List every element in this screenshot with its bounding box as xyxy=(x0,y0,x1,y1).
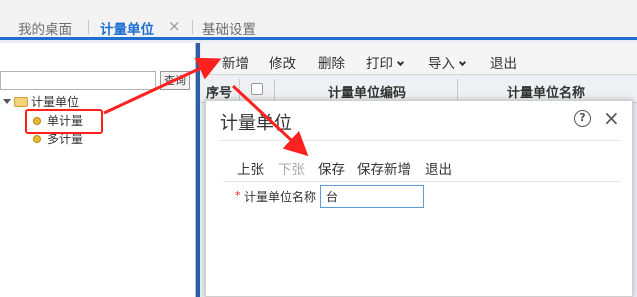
dialog-exit-button[interactable]: 退出 xyxy=(425,158,452,178)
save-button[interactable]: 保存 xyxy=(318,158,345,178)
tab-basic-settings[interactable]: 基础设置 xyxy=(202,18,256,38)
column-header-name[interactable]: 计量单位名称 xyxy=(507,82,585,101)
tab-measurement-unit[interactable]: 计量单位 xyxy=(100,18,154,38)
prev-record-button[interactable]: 上张 xyxy=(237,158,264,178)
chevron-down-icon xyxy=(458,58,467,67)
print-label: 打印 xyxy=(366,56,393,72)
tab-desktop[interactable]: 我的桌面 xyxy=(18,18,72,38)
caret-down-icon[interactable] xyxy=(3,99,11,104)
tab-close-icon[interactable]: × xyxy=(168,17,181,35)
unit-dialog: 计量单位 ? × 上张 下张 保存 保存新增 退出 * 计量单位名称 xyxy=(205,100,633,297)
help-icon[interactable]: ? xyxy=(574,110,591,127)
folder-open-icon xyxy=(14,96,28,107)
edit-button[interactable]: 修改 xyxy=(269,52,296,72)
tab-separator xyxy=(88,20,89,34)
column-header-index[interactable]: 序号 xyxy=(206,82,232,101)
import-label: 导入 xyxy=(428,56,455,72)
add-button[interactable]: 新增 xyxy=(222,52,249,72)
leaf-node-icon xyxy=(33,134,41,143)
dialog-divider xyxy=(223,181,621,182)
exit-button[interactable]: 退出 xyxy=(490,52,517,72)
import-button[interactable]: 导入 xyxy=(428,52,467,72)
next-record-button[interactable]: 下张 xyxy=(278,158,305,178)
tab-bar: 我的桌面 计量单位 × 基础设置 xyxy=(0,0,637,40)
tree-root-node[interactable]: 计量单位 xyxy=(3,93,79,110)
tree-search-button[interactable]: 查询 xyxy=(160,71,190,90)
panel-divider[interactable] xyxy=(196,43,200,297)
tab-separator xyxy=(192,20,193,34)
left-tree-panel: 查询 计量单位 单计量 多计量 xyxy=(0,43,196,297)
chevron-down-icon xyxy=(396,58,405,67)
unit-name-label: 计量单位名称 xyxy=(244,190,317,204)
highlight-box xyxy=(25,109,103,134)
dialog-title: 计量单位 xyxy=(220,113,292,134)
dialog-divider xyxy=(220,140,620,141)
save-and-new-button[interactable]: 保存新增 xyxy=(357,158,411,178)
tree-root-label: 计量单位 xyxy=(31,95,80,109)
unit-name-input[interactable] xyxy=(320,185,424,208)
grid-header: 序号 计量单位编码 计量单位名称 xyxy=(201,76,637,103)
main-toolbar: 新增 修改 删除 打印 导入 退出 xyxy=(201,43,637,75)
close-icon[interactable]: × xyxy=(603,106,620,130)
delete-button[interactable]: 删除 xyxy=(318,52,345,72)
column-separator xyxy=(239,79,240,100)
column-separator xyxy=(274,79,275,100)
column-header-code[interactable]: 计量单位编码 xyxy=(328,82,406,101)
select-all-checkbox[interactable] xyxy=(251,83,263,95)
required-mark: * xyxy=(235,189,241,202)
print-button[interactable]: 打印 xyxy=(366,52,405,72)
column-separator xyxy=(457,79,458,100)
tree-search-input[interactable] xyxy=(0,71,156,90)
